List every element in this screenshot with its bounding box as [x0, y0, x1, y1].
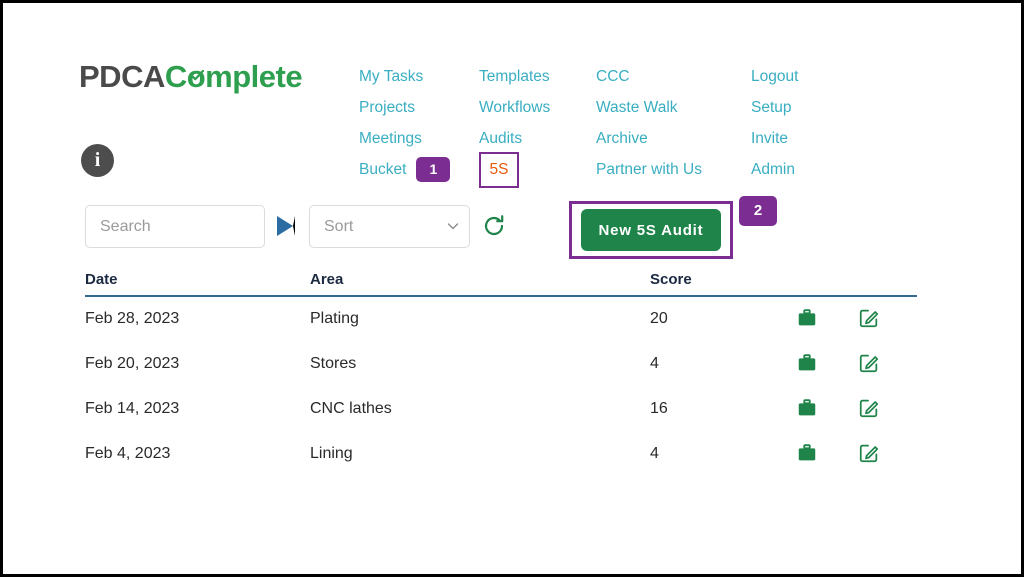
- table-header-row: Date Area Score: [85, 271, 917, 297]
- nav-link-meetings[interactable]: Meetings: [359, 130, 422, 147]
- briefcase-icon[interactable]: [795, 307, 819, 331]
- column-header-score[interactable]: Score: [650, 271, 795, 297]
- nav-link-my-tasks[interactable]: My Tasks: [359, 68, 423, 85]
- brand-logo-complete-pre: C: [164, 59, 187, 94]
- search-input[interactable]: [85, 205, 265, 248]
- nav-link-projects[interactable]: Projects: [359, 99, 415, 116]
- nav-cell-partner-with-us: Partner with Us: [596, 161, 751, 178]
- audits-table-body: Feb 28, 2023 Plating 20 Feb 20, 2023 Sto…: [85, 296, 917, 477]
- nav-cell-bucket: Bucket 1: [359, 157, 479, 182]
- nav-link-5s: 5S: [489, 160, 509, 178]
- cell-edit-action: [857, 296, 917, 342]
- brand-logo[interactable]: PDCACo mplete: [79, 59, 303, 94]
- cell-date: Feb 4, 2023: [85, 445, 171, 462]
- step-1-badge[interactable]: 1: [416, 157, 451, 182]
- cell-edit-action: [857, 342, 917, 387]
- nav-link-invite[interactable]: Invite: [751, 130, 788, 147]
- nav-cell-archive: Archive: [596, 130, 751, 147]
- nav-link-waste-walk[interactable]: Waste Walk: [596, 99, 678, 116]
- cell-date: Feb 20, 2023: [85, 355, 180, 372]
- cell-area: CNC lathes: [310, 400, 392, 417]
- cell-area: Stores: [310, 355, 357, 372]
- nav-cell-invite: Invite: [751, 130, 861, 147]
- sort-select[interactable]: Sort: [309, 205, 470, 248]
- edit-square-icon[interactable]: [857, 397, 881, 421]
- info-icon[interactable]: i: [81, 144, 114, 177]
- brand-logo-o-wrap: o: [186, 59, 206, 94]
- search-submit-play-icon[interactable]: [277, 216, 295, 236]
- nav-link-audits[interactable]: Audits: [479, 130, 522, 147]
- cell-date: Feb 28, 2023: [85, 310, 180, 327]
- nav-cell-projects: Projects: [359, 99, 479, 116]
- audits-table-head: Date Area Score: [85, 271, 917, 297]
- new-audit-highlight: New 5S Audit: [569, 201, 733, 259]
- nav-link-workflows[interactable]: Workflows: [479, 99, 550, 116]
- nav-cell-templates: Templates: [479, 68, 596, 85]
- nav-cell-my-tasks: My Tasks: [359, 68, 479, 85]
- table-row[interactable]: Feb 28, 2023 Plating 20: [85, 296, 917, 342]
- nav-cell-meetings: Meetings: [359, 130, 479, 147]
- cell-kit-action: [795, 432, 857, 477]
- nav-link-bucket[interactable]: Bucket: [359, 161, 406, 178]
- controls-toolbar: Sort New 5S Audit: [3, 201, 1021, 261]
- edit-square-icon[interactable]: [857, 307, 881, 331]
- cell-score: 16: [650, 400, 668, 417]
- refresh-icon[interactable]: [482, 214, 506, 238]
- column-header-edit: [857, 271, 917, 297]
- nav-cell-5s: 5S: [479, 151, 596, 188]
- nav-cell-ccc: CCC: [596, 68, 751, 85]
- cell-score: 20: [650, 310, 668, 327]
- nav-link-admin[interactable]: Admin: [751, 161, 795, 178]
- nav-cell-setup: Setup: [751, 99, 861, 116]
- cell-kit-action: [795, 387, 857, 432]
- cell-edit-action: [857, 387, 917, 432]
- briefcase-icon[interactable]: [795, 352, 819, 376]
- nav-cell-waste-walk: Waste Walk: [596, 99, 751, 116]
- cell-area: Lining: [310, 445, 353, 462]
- page-header: PDCACo mplete i My Tasks Templates CCC Lo…: [3, 3, 1021, 193]
- briefcase-icon[interactable]: [795, 397, 819, 421]
- cell-area: Plating: [310, 310, 359, 327]
- cell-kit-action: [795, 296, 857, 342]
- nav-cell-audits: Audits: [479, 130, 596, 147]
- edit-square-icon[interactable]: [857, 442, 881, 466]
- step-2-badge[interactable]: 2: [739, 196, 777, 226]
- table-row[interactable]: Feb 14, 2023 CNC lathes 16: [85, 387, 917, 432]
- audits-table: Date Area Score Feb 28, 2023 Plating 20: [85, 271, 917, 477]
- cell-score: 4: [650, 445, 659, 462]
- cell-kit-action: [795, 342, 857, 387]
- cell-score: 4: [650, 355, 659, 372]
- brand-logo-o: o: [186, 59, 206, 94]
- cell-date: Feb 14, 2023: [85, 400, 180, 417]
- app-page: PDCACo mplete i My Tasks Templates CCC Lo…: [3, 3, 1021, 574]
- column-header-kit: [795, 271, 857, 297]
- table-row[interactable]: Feb 4, 2023 Lining 4: [85, 432, 917, 477]
- nav-link-archive[interactable]: Archive: [596, 130, 648, 147]
- column-header-date[interactable]: Date: [85, 271, 310, 297]
- cell-edit-action: [857, 432, 917, 477]
- main-navigation: My Tasks Templates CCC Logout Projects W…: [359, 61, 861, 188]
- column-header-area[interactable]: Area: [310, 271, 650, 297]
- nav-link-ccc[interactable]: CCC: [596, 68, 630, 85]
- nav-link-5s-highlight[interactable]: 5S: [479, 151, 519, 188]
- nav-link-partner-with-us[interactable]: Partner with Us: [596, 161, 702, 178]
- edit-square-icon[interactable]: [857, 352, 881, 376]
- table-row[interactable]: Feb 20, 2023 Stores 4: [85, 342, 917, 387]
- brand-logo-pdca: PDCA: [79, 59, 165, 94]
- nav-link-setup[interactable]: Setup: [751, 99, 792, 116]
- nav-cell-logout: Logout: [751, 68, 861, 85]
- nav-link-templates[interactable]: Templates: [479, 68, 550, 85]
- nav-link-logout[interactable]: Logout: [751, 68, 798, 85]
- new-5s-audit-button[interactable]: New 5S Audit: [581, 209, 721, 251]
- screenshot-frame: PDCACo mplete i My Tasks Templates CCC Lo…: [0, 0, 1024, 577]
- nav-cell-admin: Admin: [751, 161, 861, 178]
- nav-cell-workflows: Workflows: [479, 99, 596, 116]
- briefcase-icon[interactable]: [795, 442, 819, 466]
- brand-logo-complete-post: mplete: [205, 59, 303, 94]
